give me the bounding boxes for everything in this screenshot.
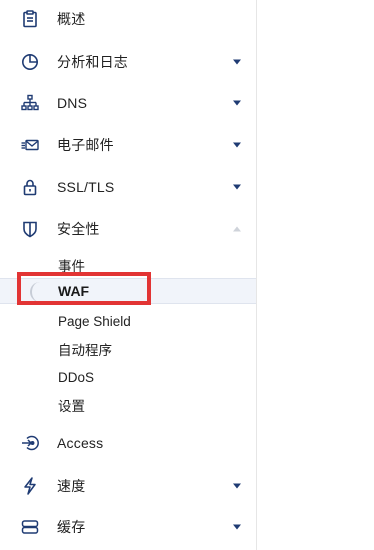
sidebar-item-overview[interactable]: 概述 xyxy=(0,0,257,40)
access-login-icon xyxy=(20,433,40,453)
sidebar-item-dns[interactable]: DNS xyxy=(0,82,257,124)
sidebar-item-email[interactable]: 电子邮件 xyxy=(0,124,257,166)
sidebar-item-access[interactable]: Access xyxy=(0,422,257,464)
chevron-down-icon[interactable] xyxy=(232,182,242,192)
storage-icon xyxy=(20,517,40,537)
sidebar-subitem-bots[interactable]: 自动程序 xyxy=(0,336,257,362)
sidebar-subitem-ddos[interactable]: DDoS xyxy=(0,364,257,390)
sidebar-subitem-label: 事件 xyxy=(58,259,85,274)
sidebar-subitem-settings[interactable]: 设置 xyxy=(0,392,257,418)
sidebar-item-label: 分析和日志 xyxy=(57,54,128,70)
sidebar-divider xyxy=(256,0,257,550)
sidebar-subitem-label: DDoS xyxy=(58,369,95,385)
sidebar-item-label: Access xyxy=(57,435,104,451)
sidebar-item-label: 速度 xyxy=(57,478,86,494)
email-forward-icon xyxy=(20,135,40,155)
sidebar-item-label: 概述 xyxy=(57,11,86,27)
network-icon xyxy=(20,93,40,113)
clipboard-icon xyxy=(20,9,40,29)
sidebar-subitem-events[interactable]: 事件 xyxy=(0,252,257,278)
sidebar-subitem-label: 设置 xyxy=(58,399,85,414)
pie-chart-icon xyxy=(20,52,40,72)
sidebar-item-analytics-logs[interactable]: 分析和日志 xyxy=(0,41,257,83)
sidebar-item-label: DNS xyxy=(57,95,88,111)
sidebar-item-label: 安全性 xyxy=(57,221,100,237)
chevron-down-icon[interactable] xyxy=(232,57,242,67)
sidebar-item-cache[interactable]: 缓存 xyxy=(0,506,257,548)
lock-icon xyxy=(20,177,40,197)
sidebar-subitem-page-shield[interactable]: Page Shield xyxy=(0,308,257,334)
sidebar-nav: 概述 分析和日志 DNS 电子邮件 SSL/TLS 安全性 事件 WAF Pag… xyxy=(0,0,257,550)
chevron-down-icon[interactable] xyxy=(232,98,242,108)
lightning-icon xyxy=(20,476,40,496)
sidebar-item-security[interactable]: 安全性 xyxy=(0,208,257,250)
sidebar-item-label: 电子邮件 xyxy=(57,137,114,153)
sidebar-subitem-waf[interactable]: WAF xyxy=(0,278,257,304)
sidebar-item-speed[interactable]: 速度 xyxy=(0,465,257,507)
chevron-down-icon[interactable] xyxy=(232,481,242,491)
sidebar-item-label: SSL/TLS xyxy=(57,179,115,195)
sidebar-subitem-label: WAF xyxy=(58,283,90,299)
sidebar-subitem-label: 自动程序 xyxy=(58,343,112,358)
active-indicator xyxy=(30,282,48,302)
sidebar-item-ssl-tls[interactable]: SSL/TLS xyxy=(0,166,257,208)
sidebar-item-label: 缓存 xyxy=(57,519,86,535)
shield-icon xyxy=(20,219,40,239)
sidebar-subitem-label: Page Shield xyxy=(58,313,131,329)
chevron-up-icon[interactable] xyxy=(232,224,242,234)
chevron-down-icon[interactable] xyxy=(232,522,242,532)
chevron-down-icon[interactable] xyxy=(232,140,242,150)
